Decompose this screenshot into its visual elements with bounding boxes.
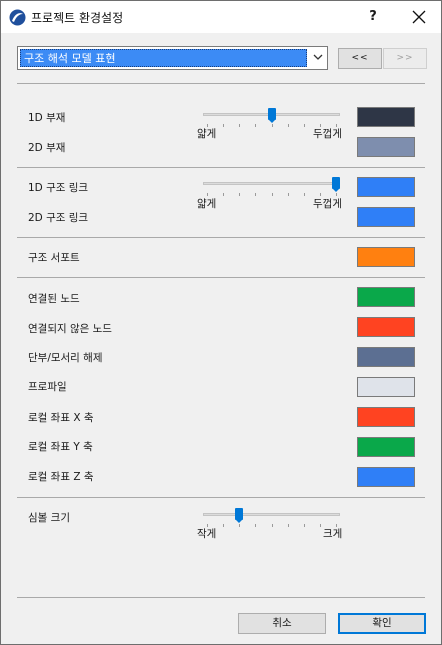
node-unconnected-color-swatch[interactable] (357, 317, 415, 337)
local-y-axis-label: 로컬 좌표 Y 축 (28, 441, 93, 453)
divider (17, 167, 425, 168)
slider-tick (304, 124, 305, 127)
node-unconnected-label: 연결되지 않은 노드 (28, 323, 112, 335)
link-2d-color-swatch[interactable] (357, 207, 415, 227)
slider-tick (304, 193, 305, 196)
member-1d-label: 1D 부재 (28, 112, 66, 124)
slider-tick (239, 524, 240, 527)
slider-tick (288, 124, 289, 127)
member-2d-color-swatch[interactable] (357, 137, 415, 157)
link-1d-label: 1D 구조 링크 (28, 182, 89, 194)
cancel-button[interactable]: 취소 (238, 613, 326, 634)
slider-tick (239, 124, 240, 127)
divider (17, 597, 425, 598)
slider-tick (272, 193, 273, 196)
support-color-swatch[interactable] (357, 247, 415, 267)
node-connected-color-swatch[interactable] (357, 287, 415, 307)
symbol-slider-min-label: 작게 (197, 528, 217, 540)
divider (17, 83, 425, 84)
slider-tick (255, 524, 256, 527)
slider-tick (255, 193, 256, 196)
divider (17, 497, 425, 498)
local-y-axis-color-swatch[interactable] (357, 437, 415, 457)
slider-tick (320, 524, 321, 527)
support-label: 구조 서포트 (28, 252, 80, 264)
representation-dropdown[interactable]: 구조 해석 모델 표현 (17, 46, 328, 70)
title-bar: 프로젝트 환경설정 ? (1, 1, 441, 33)
window-title: 프로젝트 환경설정 (31, 11, 124, 25)
member-slider-min-label: 얇게 (197, 128, 217, 140)
previous-button[interactable]: << (338, 48, 382, 69)
slider-tick (255, 124, 256, 127)
slider-ticks (203, 524, 340, 528)
link-2d-label: 2D 구조 링크 (28, 212, 89, 224)
slider-tick (223, 124, 224, 127)
local-z-axis-color-swatch[interactable] (357, 467, 415, 487)
slider-tick (304, 524, 305, 527)
help-button[interactable]: ? (356, 1, 390, 33)
member-1d-color-swatch[interactable] (357, 107, 415, 127)
slider-tick (239, 193, 240, 196)
slider-track (203, 513, 340, 516)
symbol-slider-max-label: 크게 (323, 528, 343, 540)
slider-tick (223, 193, 224, 196)
local-x-axis-label: 로컬 좌표 X 축 (28, 412, 94, 424)
link-slider-min-label: 얇게 (197, 198, 217, 210)
slider-thumb[interactable] (268, 108, 276, 123)
member-2d-label: 2D 부재 (28, 142, 66, 154)
chevron-down-icon (313, 54, 323, 60)
slider-tick (272, 524, 273, 527)
slider-tick (288, 524, 289, 527)
profile-label: 프로파일 (28, 381, 67, 393)
symbol-size-label: 심볼 크기 (28, 512, 70, 524)
symbol-size-slider[interactable] (203, 508, 340, 527)
link-thickness-slider[interactable] (203, 177, 340, 196)
slider-tick (288, 193, 289, 196)
node-connected-label: 연결된 노드 (28, 293, 80, 305)
profile-color-swatch[interactable] (357, 377, 415, 397)
slider-track (203, 182, 340, 185)
ok-button[interactable]: 확인 (338, 613, 426, 634)
end-release-color-swatch[interactable] (357, 347, 415, 367)
slider-tick (223, 524, 224, 527)
link-slider-max-label: 두껍게 (313, 198, 342, 210)
next-button[interactable]: >> (383, 48, 427, 69)
close-icon (412, 10, 426, 24)
link-1d-color-swatch[interactable] (357, 177, 415, 197)
dropdown-selected-value: 구조 해석 모델 표현 (20, 49, 307, 67)
slider-thumb[interactable] (332, 177, 340, 192)
local-x-axis-color-swatch[interactable] (357, 407, 415, 427)
slider-thumb[interactable] (235, 508, 243, 523)
member-thickness-slider[interactable] (203, 108, 340, 127)
member-slider-max-label: 두껍게 (313, 128, 342, 140)
slider-tick (272, 124, 273, 127)
local-z-axis-label: 로컬 좌표 Z 축 (28, 471, 94, 483)
divider (17, 237, 425, 238)
end-release-label: 단부/모서리 해제 (28, 352, 103, 364)
divider (17, 277, 425, 278)
preferences-dialog: 프로젝트 환경설정 ? 구조 해석 모델 표현 << >> 1D 부재 얇게 두… (0, 0, 442, 645)
close-button[interactable] (397, 1, 441, 33)
app-logo-icon (9, 9, 26, 26)
